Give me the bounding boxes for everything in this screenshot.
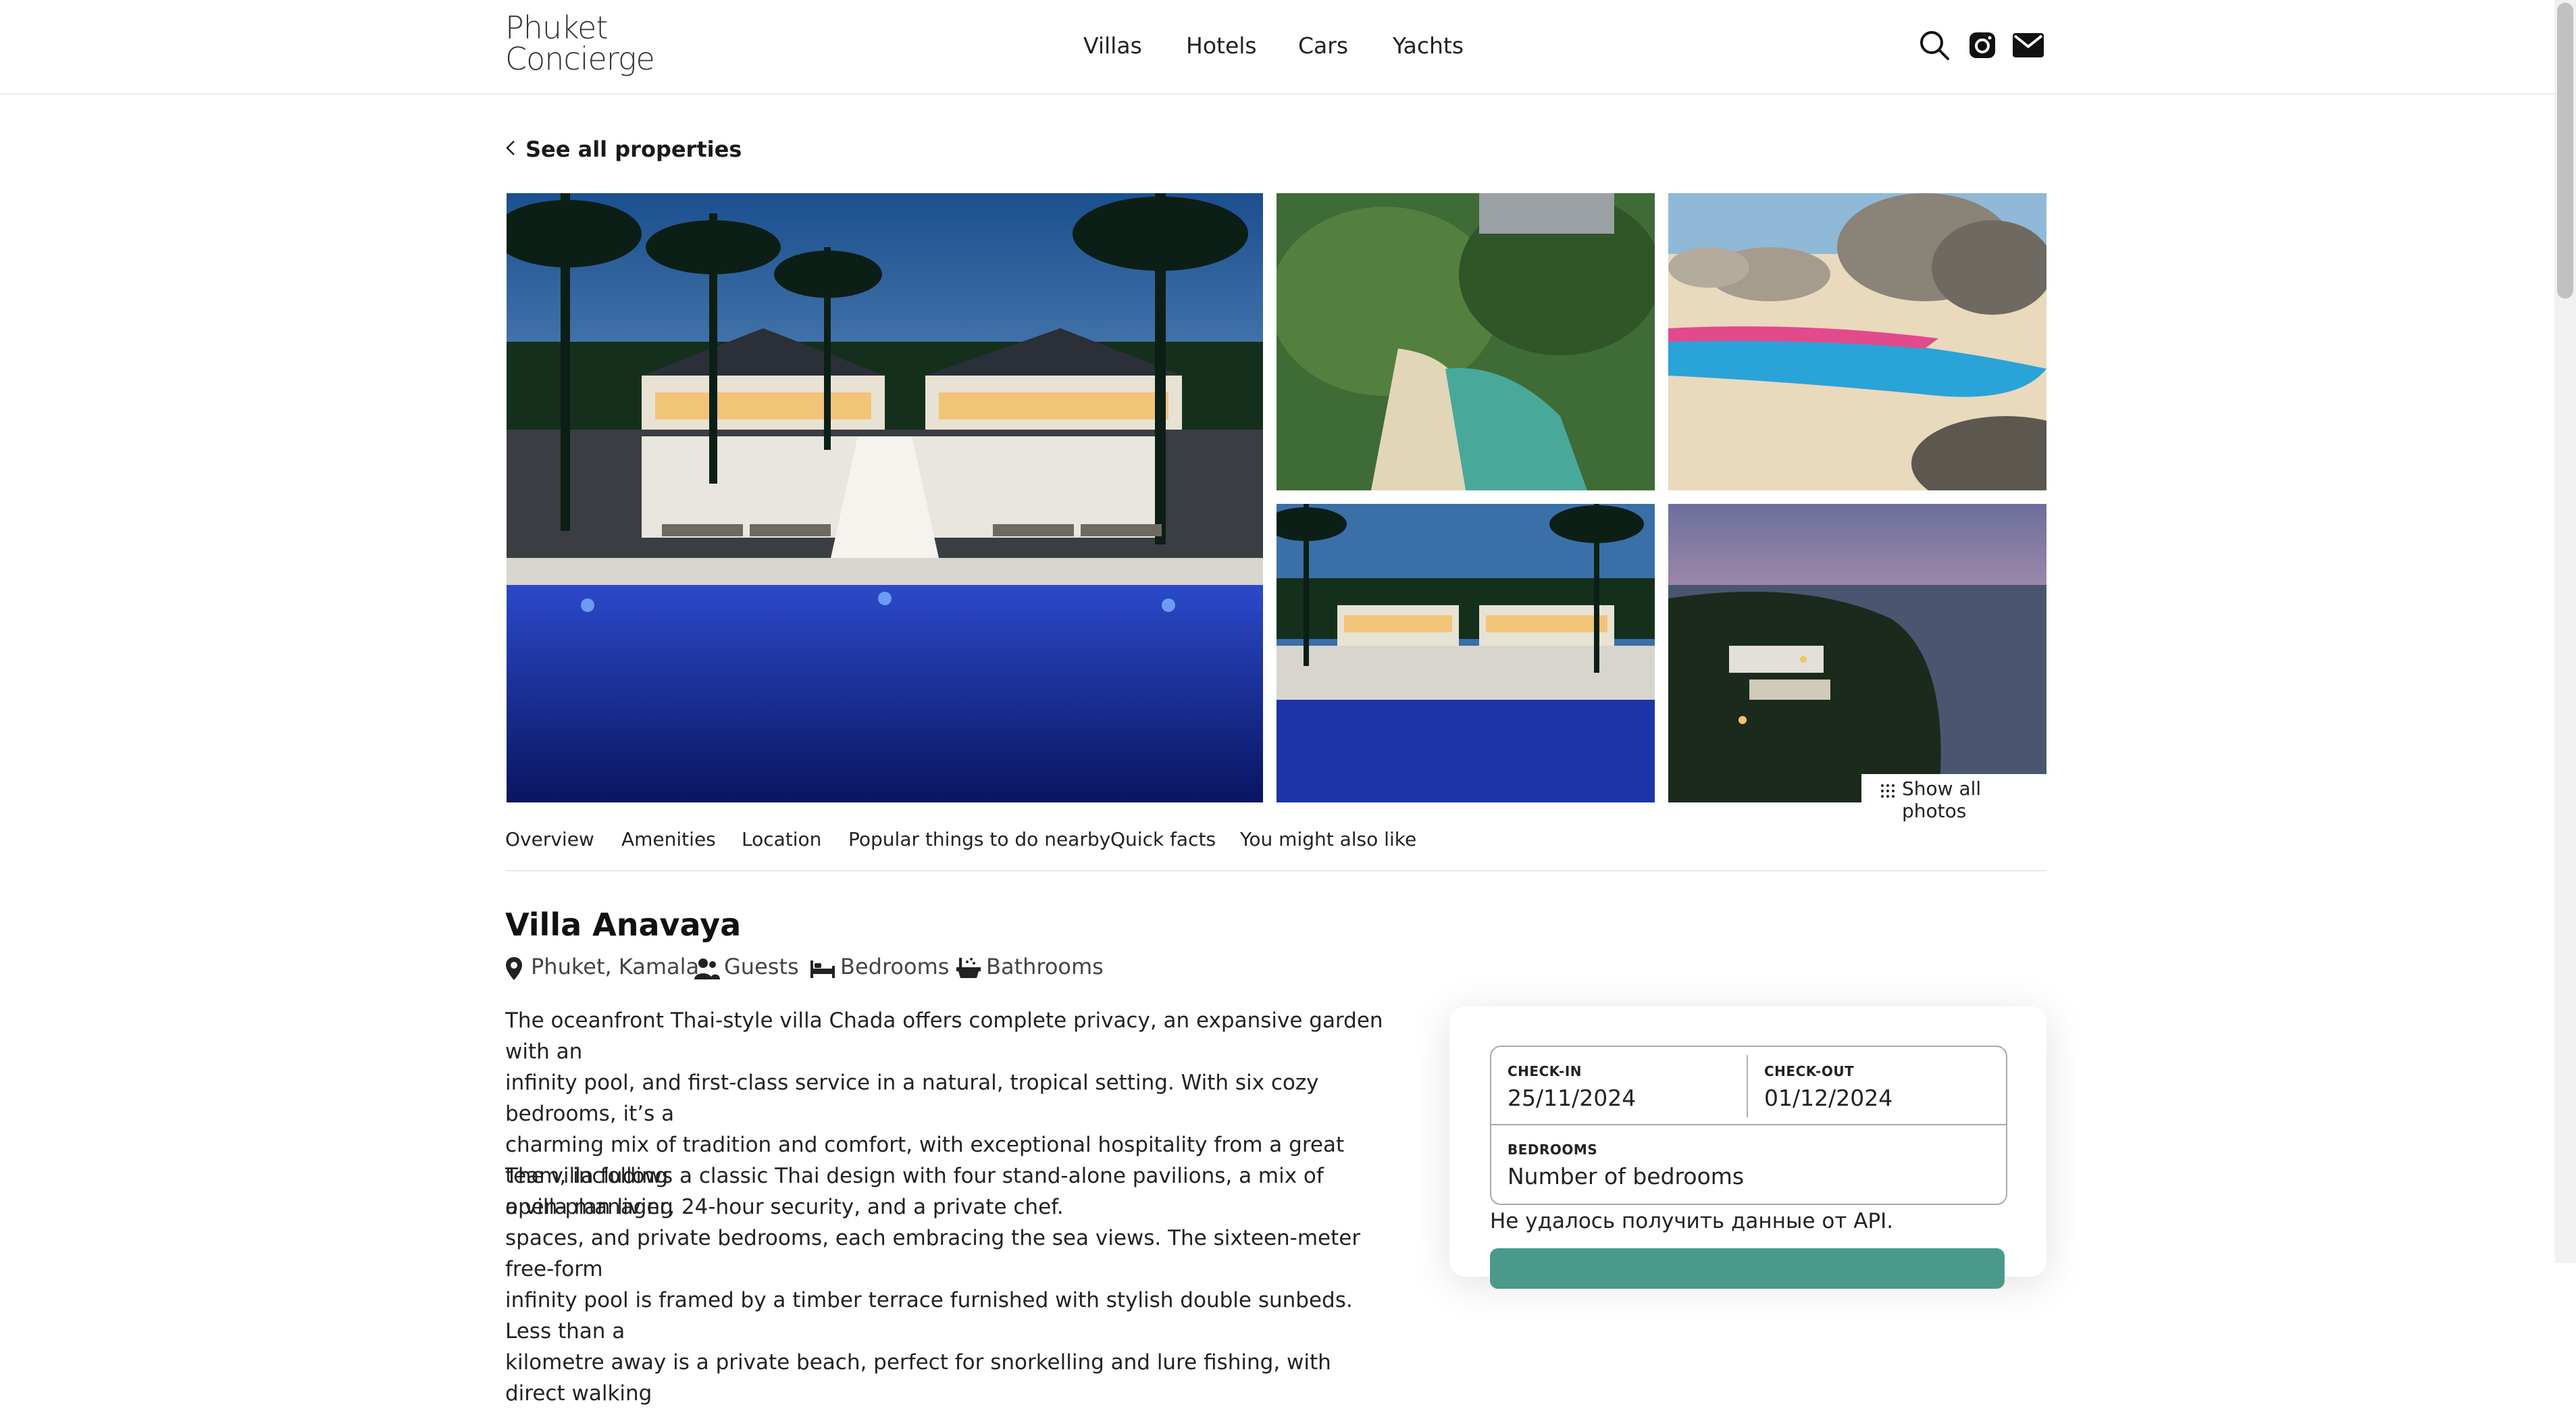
bedrooms-field-label: BEDROOMS xyxy=(1508,1142,1598,1158)
description-line: The oceanfront Thai-style villa Chada of… xyxy=(505,1008,1383,1064)
search-icon[interactable] xyxy=(1918,29,1951,64)
checkout-label: CHECK-OUT xyxy=(1764,1063,1855,1079)
bedrooms-placeholder: Number of bedrooms xyxy=(1508,1163,1745,1189)
guests-label: Guests xyxy=(724,954,799,979)
description-line: The villa follows a classic Thai design … xyxy=(505,1164,1324,1219)
checkin-value: 25/11/2024 xyxy=(1508,1085,1637,1111)
description-line: infinity pool, and first-class service i… xyxy=(505,1071,1319,1126)
section-tabs: Overview Amenities Location Popular thin… xyxy=(505,828,2046,871)
scrollbar-thumb[interactable] xyxy=(2557,3,2573,299)
checkout-value: 01/12/2024 xyxy=(1764,1085,1893,1111)
bed-icon xyxy=(810,960,835,978)
photo-beach-kayaks[interactable] xyxy=(1668,193,2046,490)
location-pin-icon xyxy=(506,957,522,980)
bedrooms-label: Bedrooms xyxy=(840,954,950,979)
booking-submit-button[interactable] xyxy=(1490,1248,2005,1289)
bedrooms-field[interactable]: BEDROOMS Number of bedrooms xyxy=(1491,1125,2006,1204)
tab-overview[interactable]: Overview xyxy=(505,828,594,850)
show-all-photos-label: Show all photos xyxy=(1902,777,1982,822)
booking-fields: CHECK-IN 25/11/2024 CHECK-OUT 01/12/2024… xyxy=(1490,1046,2007,1205)
property-title: Villa Anavaya xyxy=(505,906,742,943)
nav-cars[interactable]: Cars xyxy=(1298,32,1348,59)
instagram-icon[interactable] xyxy=(1968,31,1997,62)
booking-card: CHECK-IN 25/11/2024 CHECK-OUT 01/12/2024… xyxy=(1449,1006,2046,1289)
nav-yachts[interactable]: Yachts xyxy=(1393,32,1464,59)
photo-aerial-coastline[interactable] xyxy=(1277,193,1655,490)
back-link[interactable]: See all properties xyxy=(505,136,742,162)
description-line: spaces, and private bedrooms, each embra… xyxy=(505,1226,1361,1281)
nav-hotels[interactable]: Hotels xyxy=(1186,32,1257,59)
guests-icon xyxy=(694,958,720,979)
grid-icon xyxy=(1881,784,1895,798)
checkin-field[interactable]: CHECK-IN 25/11/2024 xyxy=(1491,1047,1747,1124)
photo-villa-pool-small[interactable] xyxy=(1277,504,1655,802)
property-location: Phuket, Kamala xyxy=(531,954,700,979)
page-scrollbar[interactable] xyxy=(2554,0,2576,1263)
bathrooms-label: Bathrooms xyxy=(986,954,1104,979)
brand-line-1: Phuket xyxy=(505,9,608,46)
checkout-field[interactable]: CHECK-OUT 01/12/2024 xyxy=(1748,1047,2006,1124)
chevron-left-icon xyxy=(505,136,516,162)
mail-icon[interactable] xyxy=(2013,33,2044,60)
checkin-label: CHECK-IN xyxy=(1508,1063,1582,1079)
description-line: infinity pool is framed by a timber terr… xyxy=(505,1288,1353,1343)
bath-icon xyxy=(956,958,981,978)
api-error-message: Не удалось получить данные от API. xyxy=(1490,1209,1894,1233)
tab-location[interactable]: Location xyxy=(742,828,821,850)
photo-aerial-headland-sunset[interactable] xyxy=(1668,504,2046,802)
photo-main-villa-pool[interactable] xyxy=(507,193,1263,802)
tab-you-might-also-like[interactable]: You might also like xyxy=(1240,828,1416,850)
site-header: Phuket Concierge Villas Hotels Cars Yach… xyxy=(0,0,2554,95)
description-line: kilometre away is a private beach, perfe… xyxy=(505,1350,1331,1406)
nav-villas[interactable]: Villas xyxy=(1083,32,1142,59)
tab-quick-facts[interactable]: Quick facts xyxy=(1110,828,1216,850)
back-link-label: See all properties xyxy=(525,136,742,162)
brand-line-2: Concierge xyxy=(505,41,655,77)
brand-logo[interactable]: Phuket Concierge xyxy=(505,9,655,77)
description-paragraph-2: The villa follows a classic Thai design … xyxy=(505,1160,1383,1409)
tab-things-to-do[interactable]: Popular things to do nearby xyxy=(848,828,1110,850)
show-all-photos-button[interactable]: Show all photos xyxy=(1861,774,2046,822)
tab-amenities[interactable]: Amenities xyxy=(621,828,716,850)
